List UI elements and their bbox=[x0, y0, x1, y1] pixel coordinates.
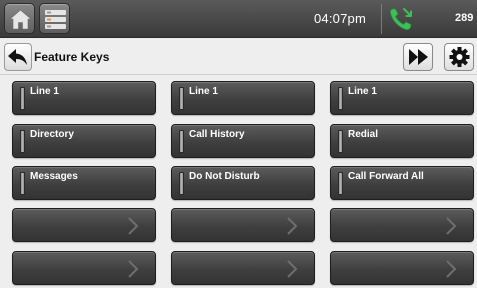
header-divider bbox=[0, 74, 477, 75]
key-led-indicator bbox=[179, 172, 184, 195]
phone-icon[interactable] bbox=[387, 5, 415, 33]
key-led-indicator bbox=[20, 87, 25, 110]
chevron-right-icon bbox=[287, 260, 298, 278]
chevron-right-icon bbox=[128, 260, 139, 278]
feature-key-label: Do Not Disturb bbox=[189, 171, 260, 182]
feature-key-empty[interactable] bbox=[12, 251, 156, 285]
key-led-indicator bbox=[179, 87, 184, 110]
chevron-right-icon bbox=[446, 217, 457, 235]
page-title: Feature Keys bbox=[34, 50, 110, 64]
status-bar: 04:07pm 289 bbox=[0, 0, 477, 38]
list-icon bbox=[45, 10, 66, 29]
key-led-indicator bbox=[20, 172, 25, 195]
feature-key-do-not-disturb[interactable]: Do Not Disturb bbox=[171, 166, 315, 200]
back-arrow-icon bbox=[8, 49, 27, 65]
feature-key-label: Directory bbox=[30, 129, 74, 140]
feature-key-call-forward-all[interactable]: Call Forward All bbox=[330, 166, 474, 200]
chevron-right-icon bbox=[446, 260, 457, 278]
clock-time: 04:07pm bbox=[314, 11, 366, 26]
feature-key-messages[interactable]: Messages bbox=[12, 166, 156, 200]
feature-key-directory[interactable]: Directory bbox=[12, 124, 156, 158]
status-divider bbox=[381, 4, 382, 34]
settings-button[interactable] bbox=[444, 43, 474, 71]
chevron-right-icon bbox=[128, 217, 139, 235]
feature-key-label: Line 1 bbox=[348, 86, 377, 97]
feature-key-label: Call Forward All bbox=[348, 171, 424, 182]
feature-key-line-1[interactable]: Line 1 bbox=[330, 81, 474, 115]
feature-key-line-1[interactable]: Line 1 bbox=[171, 81, 315, 115]
next-page-button[interactable] bbox=[403, 43, 433, 71]
extension-number: 289 bbox=[455, 12, 474, 24]
feature-key-empty[interactable] bbox=[171, 208, 315, 242]
key-led-indicator bbox=[338, 87, 343, 110]
chevron-right-icon bbox=[287, 217, 298, 235]
feature-key-empty[interactable] bbox=[330, 251, 474, 285]
feature-key-empty[interactable] bbox=[330, 208, 474, 242]
home-icon bbox=[9, 9, 32, 30]
key-led-indicator bbox=[338, 130, 343, 153]
back-button[interactable] bbox=[4, 43, 32, 71]
feature-key-label: Call History bbox=[189, 129, 245, 140]
feature-key-redial[interactable]: Redial bbox=[330, 124, 474, 158]
feature-key-label: Line 1 bbox=[30, 86, 59, 97]
feature-key-line-1[interactable]: Line 1 bbox=[12, 81, 156, 115]
fast-forward-icon bbox=[409, 49, 428, 65]
feature-key-empty[interactable] bbox=[12, 208, 156, 242]
key-led-indicator bbox=[179, 130, 184, 153]
feature-key-call-history[interactable]: Call History bbox=[171, 124, 315, 158]
feature-key-label: Messages bbox=[30, 171, 78, 182]
key-led-indicator bbox=[20, 130, 25, 153]
key-led-indicator bbox=[338, 172, 343, 195]
home-button[interactable] bbox=[4, 3, 35, 34]
line-list-button[interactable] bbox=[39, 3, 70, 34]
feature-key-label: Line 1 bbox=[189, 86, 218, 97]
feature-key-empty[interactable] bbox=[171, 251, 315, 285]
feature-key-label: Redial bbox=[348, 129, 379, 140]
gear-icon bbox=[449, 47, 470, 67]
